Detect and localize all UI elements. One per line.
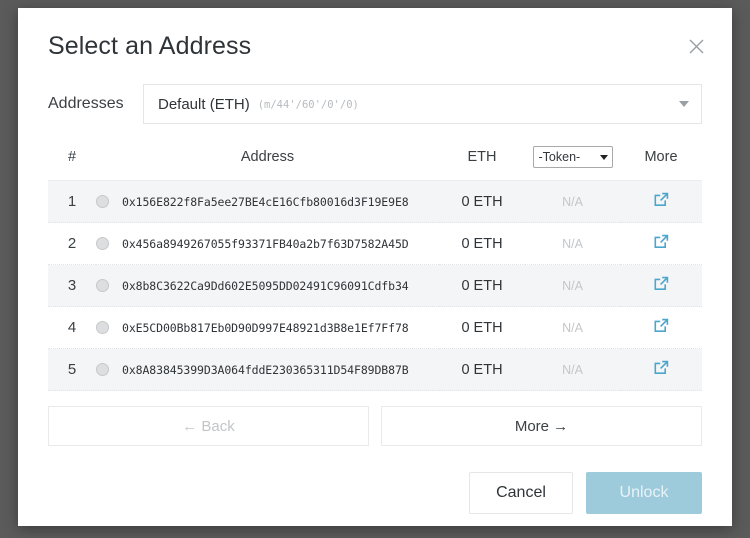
addresses-selector-row: Addresses Default (ETH) (m/44'/60'/0'/0) bbox=[18, 62, 732, 124]
chevron-down-icon bbox=[599, 154, 608, 160]
derivation-path-value: (m/44'/60'/0'/0) bbox=[257, 99, 359, 111]
external-link-icon[interactable] bbox=[653, 191, 670, 208]
addresses-label: Addresses bbox=[48, 95, 124, 112]
row-more-cell bbox=[620, 264, 702, 307]
external-link-icon[interactable] bbox=[653, 233, 670, 250]
address-table-container: # Address ETH -Token- More 1 0x156E822f8F… bbox=[18, 124, 732, 391]
cancel-button[interactable]: Cancel bbox=[469, 472, 573, 514]
unlock-button[interactable]: Unlock bbox=[586, 472, 702, 514]
row-token-balance: N/A bbox=[525, 222, 620, 265]
table-row[interactable]: 3 0x8b8C3622Ca9Dd602E5095DD02491C96091Cdf… bbox=[48, 264, 702, 307]
row-eth-balance: 0 ETH bbox=[439, 264, 525, 307]
table-header-row: # Address ETH -Token- More bbox=[48, 140, 702, 181]
row-index: 2 bbox=[48, 222, 96, 265]
address-value: 0x8A83845399D3A064fddE230365311D54F89DB8… bbox=[122, 362, 409, 377]
table-row[interactable]: 5 0x8A83845399D3A064fddE230365311D54F89DB… bbox=[48, 348, 702, 391]
address-table-body: 1 0x156E822f8Fa5ee27BE4cE16Cfb80016d3F19E… bbox=[48, 180, 702, 391]
row-address-cell: 0x8A83845399D3A064fddE230365311D54F89DB8… bbox=[96, 348, 439, 391]
row-eth-balance: 0 ETH bbox=[439, 348, 525, 391]
footer-actions: Cancel Unlock bbox=[18, 446, 732, 514]
address-cell-inner: 0x456a8949267055f93371FB40a2b7f63D7582A4… bbox=[96, 237, 439, 251]
chevron-down-icon bbox=[679, 101, 689, 107]
address-radio[interactable] bbox=[96, 321, 109, 334]
row-token-balance: N/A bbox=[525, 306, 620, 349]
pager-row: ← Back More → bbox=[18, 391, 732, 446]
row-more-cell bbox=[620, 306, 702, 349]
row-index: 5 bbox=[48, 348, 96, 391]
row-index: 3 bbox=[48, 264, 96, 307]
row-eth-balance: 0 ETH bbox=[439, 306, 525, 349]
modal-header: Select an Address bbox=[18, 8, 732, 62]
address-radio[interactable] bbox=[96, 279, 109, 292]
select-address-modal: Select an Address Addresses Default (ETH… bbox=[18, 8, 732, 526]
row-more-cell bbox=[620, 348, 702, 391]
derivation-path-dropdown[interactable]: Default (ETH) (m/44'/60'/0'/0) bbox=[143, 84, 702, 124]
address-value: 0xE5CD00Bb817Eb0D90D997E48921d3B8e1Ef7Ff… bbox=[122, 320, 409, 335]
table-row[interactable]: 1 0x156E822f8Fa5ee27BE4cE16Cfb80016d3F19E… bbox=[48, 180, 702, 223]
derivation-path-selected: Default (ETH) bbox=[158, 95, 250, 113]
table-row[interactable]: 4 0xE5CD00Bb817Eb0D90D997E48921d3B8e1Ef7F… bbox=[48, 306, 702, 349]
header-eth: ETH bbox=[439, 140, 525, 181]
address-radio[interactable] bbox=[96, 237, 109, 250]
close-icon[interactable] bbox=[682, 32, 710, 60]
address-value: 0x456a8949267055f93371FB40a2b7f63D7582A4… bbox=[122, 236, 409, 251]
address-table: # Address ETH -Token- More 1 0x156E822f8F… bbox=[48, 140, 702, 391]
row-address-cell: 0x456a8949267055f93371FB40a2b7f63D7582A4… bbox=[96, 222, 439, 265]
table-row[interactable]: 2 0x456a8949267055f93371FB40a2b7f63D7582A… bbox=[48, 222, 702, 265]
row-more-cell bbox=[620, 222, 702, 265]
back-button[interactable]: ← Back bbox=[48, 406, 369, 446]
row-address-cell: 0xE5CD00Bb817Eb0D90D997E48921d3B8e1Ef7Ff… bbox=[96, 306, 439, 349]
address-cell-inner: 0x156E822f8Fa5ee27BE4cE16Cfb80016d3F19E9… bbox=[96, 195, 439, 209]
row-address-cell: 0x156E822f8Fa5ee27BE4cE16Cfb80016d3F19E9… bbox=[96, 180, 439, 223]
token-select[interactable]: -Token- bbox=[532, 146, 613, 168]
external-link-icon[interactable] bbox=[653, 275, 670, 292]
header-address: Address bbox=[96, 140, 439, 181]
address-cell-inner: 0x8A83845399D3A064fddE230365311D54F89DB8… bbox=[96, 363, 439, 377]
more-button[interactable]: More → bbox=[381, 406, 702, 446]
address-radio[interactable] bbox=[96, 363, 109, 376]
page-title: Select an Address bbox=[48, 32, 252, 60]
address-table-head: # Address ETH -Token- More bbox=[48, 140, 702, 181]
row-more-cell bbox=[620, 180, 702, 223]
row-token-balance: N/A bbox=[525, 264, 620, 307]
row-eth-balance: 0 ETH bbox=[439, 222, 525, 265]
row-index: 4 bbox=[48, 306, 96, 349]
header-index: # bbox=[48, 140, 96, 181]
row-token-balance: N/A bbox=[525, 348, 620, 391]
header-token: -Token- bbox=[525, 140, 620, 181]
address-radio[interactable] bbox=[96, 195, 109, 208]
external-link-icon[interactable] bbox=[653, 359, 670, 376]
row-index: 1 bbox=[48, 180, 96, 223]
header-more: More bbox=[620, 140, 702, 181]
address-cell-inner: 0xE5CD00Bb817Eb0D90D997E48921d3B8e1Ef7Ff… bbox=[96, 321, 439, 335]
row-address-cell: 0x8b8C3622Ca9Dd602E5095DD02491C96091Cdfb… bbox=[96, 264, 439, 307]
address-cell-inner: 0x8b8C3622Ca9Dd602E5095DD02491C96091Cdfb… bbox=[96, 279, 439, 293]
address-value: 0x156E822f8Fa5ee27BE4cE16Cfb80016d3F19E9… bbox=[122, 194, 409, 209]
address-value: 0x8b8C3622Ca9Dd602E5095DD02491C96091Cdfb… bbox=[122, 278, 409, 293]
token-select-value: -Token- bbox=[538, 150, 581, 164]
row-eth-balance: 0 ETH bbox=[439, 180, 525, 223]
row-token-balance: N/A bbox=[525, 180, 620, 223]
external-link-icon[interactable] bbox=[653, 317, 670, 334]
